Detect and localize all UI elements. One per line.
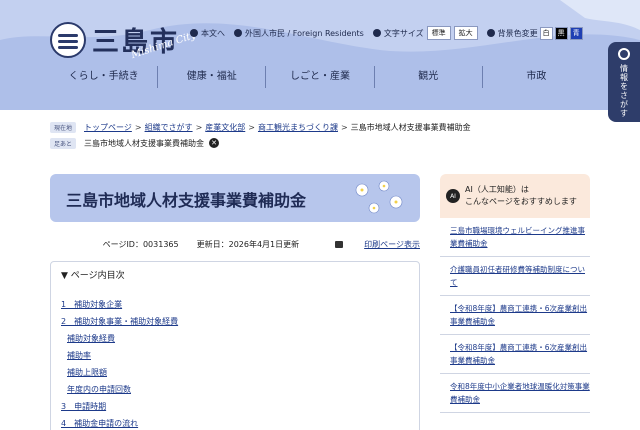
toc-link-application-period[interactable]: 3 申請時期	[61, 402, 106, 411]
breadcrumb-current-page: 三島市地域人材支援事業費補助金	[350, 122, 471, 132]
bg-white-button[interactable]: 白	[539, 26, 553, 40]
toc-link-subsidy-limit[interactable]: 補助上限額	[67, 368, 107, 377]
toc-link-eligible-projects[interactable]: 2 補助対象事業・補助対象経費	[61, 317, 178, 326]
globe-icon	[234, 29, 242, 37]
breadcrumb-link-division[interactable]: 商工観光まちづくり課	[258, 122, 338, 133]
toc-item: 補助対象経費	[61, 330, 409, 347]
page-id: ページID：0031365	[102, 240, 179, 249]
recommend-link[interactable]: 介護職員初任者研修費等補助制度について	[450, 265, 585, 287]
nav-item-health[interactable]: 健康・福祉	[157, 66, 265, 88]
flower-decoration-icon	[355, 180, 403, 214]
bg-black-button[interactable]: 黒	[554, 26, 568, 40]
font-large-button[interactable]: 拡大	[453, 26, 478, 40]
foreign-residents-link[interactable]: 外国人市民 / Foreign Residents	[234, 28, 364, 39]
city-emblem-icon	[50, 21, 86, 58]
breadcrumb-link-dept[interactable]: 産業文化部	[205, 122, 245, 133]
toc-item: 4 補助金申請の流れ	[61, 415, 409, 430]
nav-item-work[interactable]: しごと・産業	[265, 66, 373, 88]
toc-link-eligible-expenses[interactable]: 補助対象経費	[67, 334, 115, 343]
page-title: 三島市地域人材支援事業費補助金	[66, 191, 307, 210]
close-icon[interactable]: ✕	[209, 138, 220, 148]
ai-recommend-line1: AI（人工知能）は	[465, 185, 529, 194]
nav-item-city-govt[interactable]: 市政	[481, 66, 590, 88]
find-info-tab[interactable]: 情報をさがす	[608, 42, 640, 122]
recommend-link[interactable]: 令和8年度中小企業者地球温暖化対策事業費補助金	[450, 382, 590, 404]
list-item: 三島市職場環境ウェルビーイング推進事業費補助金	[440, 218, 590, 257]
breadcrumb-link-top[interactable]: トップページ	[84, 122, 132, 133]
toc-item: 1 補助対象企業	[61, 296, 409, 313]
breadcrumb-history: 足あと 三島市地域人材支援事業費補助金 ✕	[50, 135, 610, 151]
palette-icon	[486, 29, 495, 37]
recommend-link[interactable]: 【令和8年度】農商工連携・6次産業創出事業費補助金	[450, 304, 587, 326]
breadcrumb-current: 現在地 トップページ > 組織でさがす > 産業文化部 > 商工観光まちづくり課…	[50, 119, 610, 135]
breadcrumb: 現在地 トップページ > 組織でさがす > 産業文化部 > 商工観光まちづくり課…	[50, 119, 610, 151]
site-logo[interactable]: 三島市	[50, 20, 179, 59]
list-item: 令和8年度中小企業者地球温暖化対策事業費補助金	[440, 374, 590, 413]
global-nav: くらし・手続き 健康・福祉 しごと・産業 観光 市政	[50, 66, 590, 88]
toc-item: 年度内の申請回数	[61, 381, 409, 398]
document-icon	[190, 29, 198, 37]
updated-date: 更新日：2026年4月1日更新	[196, 240, 300, 249]
nav-item-tourism[interactable]: 観光	[373, 66, 482, 88]
print-link[interactable]: 印刷ページ表示	[317, 239, 420, 250]
search-icon	[618, 48, 630, 60]
toc-item: 補助率	[61, 347, 409, 364]
printer-icon	[335, 241, 344, 248]
ai-recommend-line2: こんなページをおすすめします	[465, 197, 577, 206]
ai-recommend-list: 三島市職場環境ウェルビーイング推進事業費補助金 介護職員初任者研修費等補助制度に…	[440, 218, 590, 413]
site-header: 三島市 Mishima City 本文へ 外国人市民 / Foreign Res…	[0, 0, 640, 110]
find-info-label: 情報をさがす	[619, 64, 629, 118]
toc-item: 補助上限額	[61, 364, 409, 381]
bg-color-control: 背景色変更 白 黒 青	[486, 26, 583, 40]
toc-link-subsidy-rate[interactable]: 補助率	[67, 351, 91, 360]
list-item: 【令和8年度】農商工連携・6次産業創出事業費補助金	[440, 335, 590, 374]
ai-recommend-header: AI AI（人工知能）は こんなページをおすすめします	[440, 174, 590, 218]
current-location-tag: 現在地	[50, 121, 77, 133]
recommend-link[interactable]: 三島市職場環境ウェルビーイング推進事業費補助金	[450, 226, 585, 248]
toc-link-eligible-companies[interactable]: 1 補助対象企業	[61, 300, 122, 309]
toc-heading[interactable]: ▼ ページ内目次	[61, 268, 409, 281]
history-tag: 足あと	[50, 137, 77, 149]
recommend-link[interactable]: 【令和8年度】農商工連携・6次産業創出事業費補助金	[450, 343, 587, 365]
list-item: 介護職員初任者研修費等補助制度について	[440, 257, 590, 296]
toc-item: 3 申請時期	[61, 398, 409, 415]
font-size-icon	[372, 29, 381, 37]
text-only-link[interactable]: 本文へ	[190, 28, 225, 39]
breadcrumb-link-org[interactable]: 組織でさがす	[145, 122, 193, 133]
page-meta: ページID：0031365 更新日：2026年4月1日更新 印刷ページ表示	[50, 239, 420, 250]
table-of-contents: ▼ ページ内目次 1 補助対象企業 2 補助対象事業・補助対象経費 補助対象経費…	[50, 261, 420, 430]
ai-icon: AI	[446, 189, 460, 203]
toc-link-application-count[interactable]: 年度内の申請回数	[67, 385, 131, 394]
history-item[interactable]: 三島市地域人材支援事業費補助金	[84, 138, 204, 149]
font-standard-button[interactable]: 標準	[426, 26, 451, 40]
utility-bar: 本文へ 外国人市民 / Foreign Residents 文字サイズ 標準 拡…	[190, 26, 592, 40]
toc-item: 2 補助対象事業・補助対象経費	[61, 313, 409, 330]
toc-link-application-flow[interactable]: 4 補助金申請の流れ	[61, 419, 138, 428]
bg-blue-button[interactable]: 青	[569, 26, 583, 40]
list-item: 【令和8年度】農商工連携・6次産業創出事業費補助金	[440, 296, 590, 335]
page-title-banner: 三島市地域人材支援事業費補助金	[50, 174, 420, 222]
font-size-control: 文字サイズ 標準 拡大	[372, 26, 478, 40]
nav-item-living[interactable]: くらし・手続き	[50, 66, 157, 88]
